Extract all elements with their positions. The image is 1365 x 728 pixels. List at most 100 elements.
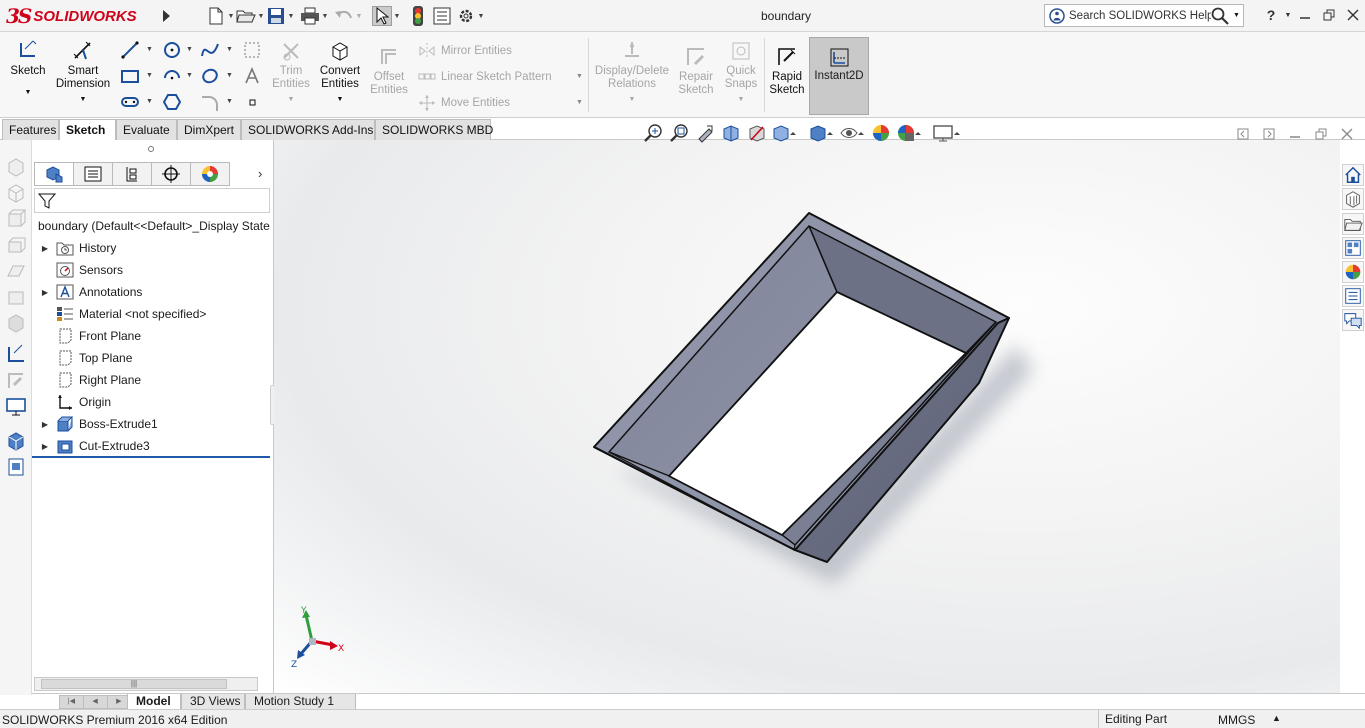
rectangle-icon[interactable]: [120, 66, 140, 86]
trim-dropdown[interactable]: ▼: [270, 93, 312, 106]
layer-icon[interactable]: [5, 286, 27, 308]
tab-addins[interactable]: SOLIDWORKS Add-Ins: [241, 119, 375, 140]
rollback-bar[interactable]: [32, 456, 270, 458]
rectangle-dropdown[interactable]: ▼: [146, 72, 153, 79]
rapid-sketch-button[interactable]: Rapid Sketch: [767, 46, 807, 97]
fillet-icon[interactable]: [200, 92, 220, 112]
expand-arrow-icon[interactable]: ▶: [38, 442, 52, 451]
relations-dropdown[interactable]: ▼: [592, 93, 672, 106]
tree-item-cut-extrude3[interactable]: ▶ Cut-Extrude3: [38, 436, 150, 456]
sketch-mode-icon[interactable]: [5, 344, 27, 366]
extrude-icon[interactable]: [5, 234, 27, 256]
tab-mbd[interactable]: SOLIDWORKS MBD: [375, 119, 493, 140]
panel-grip-icon[interactable]: [147, 145, 155, 153]
forum-icon[interactable]: [1342, 309, 1364, 331]
tree-item-history[interactable]: ▶ History: [38, 238, 116, 258]
trim-entities-button[interactable]: Trim Entities ▼: [270, 40, 312, 106]
tree-item-right-plane[interactable]: Right Plane: [38, 370, 141, 390]
tab-dimxpert[interactable]: DimXpert: [177, 119, 241, 140]
smart-dimension-dropdown[interactable]: ▼: [52, 93, 114, 106]
search-dropdown[interactable]: ▼: [1233, 12, 1240, 19]
instant2d-button[interactable]: Instant2D: [809, 37, 869, 115]
point-icon[interactable]: [242, 92, 262, 112]
arc-dropdown[interactable]: ▼: [186, 72, 193, 79]
help-dropdown[interactable]: ▼: [1283, 4, 1293, 26]
viewport-minimize-icon[interactable]: [1282, 126, 1308, 142]
view-triad[interactable]: Y X Z: [288, 605, 346, 669]
arc-icon[interactable]: [162, 66, 182, 86]
custom-properties-icon[interactable]: [1342, 285, 1364, 307]
design-library-icon[interactable]: [1342, 188, 1364, 210]
move-entities-button[interactable]: Move Entities: [418, 94, 510, 112]
configuration-manager-tab[interactable]: [112, 162, 152, 186]
repair-sketch-button[interactable]: Repair Sketch: [676, 46, 716, 97]
help-search-box[interactable]: ▼: [1044, 4, 1244, 27]
fillet-dropdown[interactable]: ▼: [226, 98, 233, 105]
linear-sketch-pattern-button[interactable]: Linear Sketch Pattern: [418, 68, 552, 86]
part-model[interactable]: [274, 140, 1340, 695]
expand-arrow-icon[interactable]: ▶: [38, 288, 52, 297]
property-manager-tab[interactable]: [73, 162, 113, 186]
quick-snaps-button[interactable]: Quick Snaps ▼: [722, 40, 760, 106]
tab-evaluate[interactable]: Evaluate: [116, 119, 177, 140]
viewport-next-icon[interactable]: [1256, 126, 1282, 142]
offset-entities-button[interactable]: Offset Entities: [368, 46, 410, 97]
line-icon[interactable]: [120, 40, 140, 60]
cube-icon[interactable]: [5, 208, 27, 230]
line-dropdown[interactable]: ▼: [146, 46, 153, 53]
display-delete-relations-button[interactable]: Display/Delete Relations ▼: [592, 40, 672, 106]
save-icon[interactable]: [266, 6, 286, 26]
close-icon[interactable]: [1341, 4, 1365, 26]
tab-sketch[interactable]: Sketch: [59, 119, 116, 141]
solidworks-logo[interactable]: 3S SOLIDWORKS: [6, 4, 154, 28]
shaded-box-icon[interactable]: [5, 312, 27, 334]
previous-view-icon[interactable]: [692, 122, 718, 144]
search-icon[interactable]: [1211, 7, 1229, 25]
help-search-input[interactable]: [1069, 9, 1211, 22]
tree-root-part[interactable]: boundary (Default<<Default>_Display Stat…: [34, 216, 272, 236]
circle-dropdown[interactable]: ▼: [186, 46, 193, 53]
expand-arrow-icon[interactable]: ▶: [38, 420, 52, 429]
slot-dropdown[interactable]: ▼: [146, 98, 153, 105]
part-icon[interactable]: [5, 430, 27, 452]
spline-icon[interactable]: [200, 40, 220, 60]
new-document-icon[interactable]: [206, 6, 226, 26]
undo-dropdown[interactable]: ▼: [354, 6, 364, 26]
convert-dropdown[interactable]: ▼: [316, 93, 364, 106]
save-dropdown[interactable]: ▼: [286, 6, 296, 26]
polygon-icon[interactable]: [162, 92, 182, 112]
tab-motion-study-1[interactable]: Motion Study 1: [245, 694, 356, 710]
tab-scroll-first-icon[interactable]: |◀: [60, 696, 84, 708]
hide-show-items-icon[interactable]: [838, 122, 868, 144]
edit-sketch-icon[interactable]: [5, 370, 27, 392]
edit-appearance-icon[interactable]: [868, 122, 894, 144]
display-manager-tab[interactable]: [190, 162, 230, 186]
help-button[interactable]: ?: [1259, 4, 1283, 26]
tree-filter[interactable]: [34, 188, 270, 213]
linear-pattern-dropdown[interactable]: ▼: [576, 73, 583, 80]
feature-tree-tab[interactable]: [34, 162, 74, 186]
restore-icon[interactable]: [1317, 4, 1341, 26]
view-palette-icon[interactable]: [1342, 237, 1364, 259]
unit-system-label[interactable]: MMGS: [1218, 713, 1255, 727]
print-dropdown[interactable]: ▼: [320, 6, 330, 26]
mirror-entities-button[interactable]: Mirror Entities: [418, 42, 512, 60]
tree-item-material[interactable]: Material <not specified>: [38, 304, 206, 324]
spline-dropdown[interactable]: ▼: [226, 46, 233, 53]
viewport-restore-icon[interactable]: [1308, 126, 1334, 142]
slot-icon[interactable]: [120, 92, 140, 112]
dynamic-annotation-icon[interactable]: [744, 122, 770, 144]
options-gear-icon[interactable]: [456, 6, 476, 26]
scrollbar-thumb[interactable]: |||: [41, 679, 227, 689]
ellipse-icon[interactable]: [200, 66, 220, 86]
view-orientation-icon[interactable]: [770, 122, 800, 144]
file-explorer-icon[interactable]: [1342, 213, 1364, 235]
home-icon[interactable]: [1342, 164, 1364, 186]
file-properties-icon[interactable]: [432, 6, 452, 26]
tab-model[interactable]: Model: [127, 694, 181, 710]
tree-item-boss-extrude1[interactable]: ▶ Boss-Extrude1: [38, 414, 158, 434]
sketch-button[interactable]: Sketch ▼: [6, 40, 50, 99]
display-pane-icon[interactable]: [5, 456, 27, 478]
circle-icon[interactable]: [162, 40, 182, 60]
expand-arrow-icon[interactable]: ▶: [38, 244, 52, 253]
